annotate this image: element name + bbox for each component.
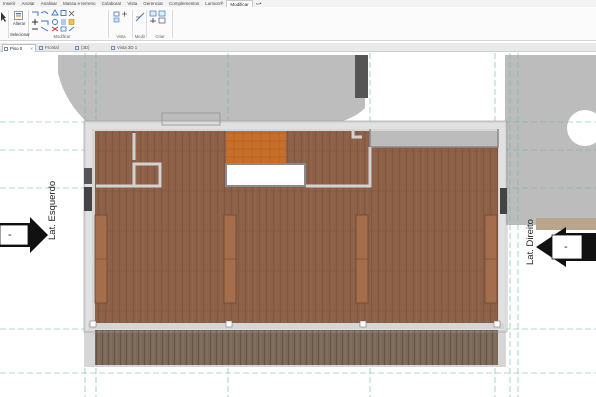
revit-window: Inserir Anotar Analisar Massa e terreno … xyxy=(0,0,596,397)
elevation-right-marker-text: - xyxy=(564,241,568,253)
select-arrow-icon[interactable] xyxy=(0,12,6,22)
floor-opening xyxy=(225,163,306,187)
elevation-view-icon xyxy=(39,46,43,50)
view-tab-piso-0[interactable]: Piso 0 × xyxy=(2,44,36,52)
tab-anotar[interactable]: Anotar xyxy=(19,0,38,7)
tab-modificar[interactable]: Modificar xyxy=(226,0,253,7)
elevation-right-label-wrap: Lat. Direito xyxy=(520,205,538,265)
tab-extra[interactable]: ▭• xyxy=(253,0,265,7)
floor-plan-drawing xyxy=(0,53,596,397)
create-tools-icons[interactable] xyxy=(149,10,171,24)
view-tools-icons[interactable] xyxy=(113,11,129,23)
elevation-right-label: Lat. Direito xyxy=(525,219,536,265)
group-measure: Medir xyxy=(134,7,146,41)
tab-lumion[interactable]: Lumion® xyxy=(202,0,226,7)
staircase xyxy=(226,131,286,165)
tab-gerenciar[interactable]: Gerenciar xyxy=(140,0,166,7)
tab-complementos[interactable]: Complementos xyxy=(166,0,202,7)
group-select-label: Selecionar xyxy=(10,32,30,37)
left-post-upper xyxy=(84,168,92,184)
group-select xyxy=(0,7,8,41)
tab-colaborar[interactable]: Colaborar xyxy=(99,0,125,7)
group-create: Criar xyxy=(148,7,172,41)
alter-type-icon[interactable] xyxy=(14,11,23,20)
view-tab-label: Frontal xyxy=(45,45,59,50)
close-icon[interactable]: × xyxy=(30,45,33,53)
alter-label[interactable]: Alterar xyxy=(13,21,25,26)
elevation-left-marker-text: - xyxy=(8,229,12,241)
3d-view-icon xyxy=(75,46,79,50)
view-tab-3d[interactable]: {3D} xyxy=(74,44,108,52)
floor-plan-icon xyxy=(4,47,8,51)
group-modify: Modificar xyxy=(30,7,94,41)
tab-analisar[interactable]: Analisar xyxy=(38,0,60,7)
terrain-dark-edge xyxy=(355,55,368,98)
elevation-left-label: Lat. Esquerdo xyxy=(47,180,58,240)
view-tab-bar: Piso 0 × Frontal {3D} Vista 3D 1 xyxy=(0,43,596,52)
ribbon-tab-bar: Inserir Anotar Analisar Massa e terreno … xyxy=(0,0,596,7)
tab-massa-e-terreno[interactable]: Massa e terreno xyxy=(60,0,99,7)
group-view: Vista xyxy=(110,7,132,41)
elevation-left-label-wrap: Lat. Esquerdo xyxy=(42,170,60,240)
view-tab-vista-3d-1[interactable]: Vista 3D 1 xyxy=(110,44,154,52)
group-view-label: Vista xyxy=(116,34,126,39)
left-post-lower xyxy=(84,187,92,211)
bottom-wall xyxy=(88,323,504,329)
tab-inserir[interactable]: Inserir xyxy=(0,0,19,7)
right-post xyxy=(500,188,507,214)
modify-tools-icons[interactable] xyxy=(30,9,94,33)
group-measure-label: Medir xyxy=(134,34,146,39)
view-tab-label: Piso 0 xyxy=(10,46,23,51)
group-create-label: Criar xyxy=(155,34,165,39)
terrain-area-top xyxy=(58,55,365,125)
measure-icon[interactable] xyxy=(135,11,145,23)
group-modify-label: Modificar xyxy=(53,34,71,39)
view-tab-frontal[interactable]: Frontal xyxy=(38,44,72,52)
upper-right-ledge xyxy=(370,131,498,147)
3d-view-icon xyxy=(111,46,115,50)
drawing-canvas[interactable]: - - Lat. Esquerdo Lat. Direito xyxy=(0,53,596,397)
view-tab-label: Vista 3D 1 xyxy=(117,45,138,50)
view-tab-label: {3D} xyxy=(81,45,90,50)
ribbon-panel: Alterar Modificar Vista Medir Criar Sele… xyxy=(0,7,596,41)
tab-vista[interactable]: Vista xyxy=(124,0,140,7)
